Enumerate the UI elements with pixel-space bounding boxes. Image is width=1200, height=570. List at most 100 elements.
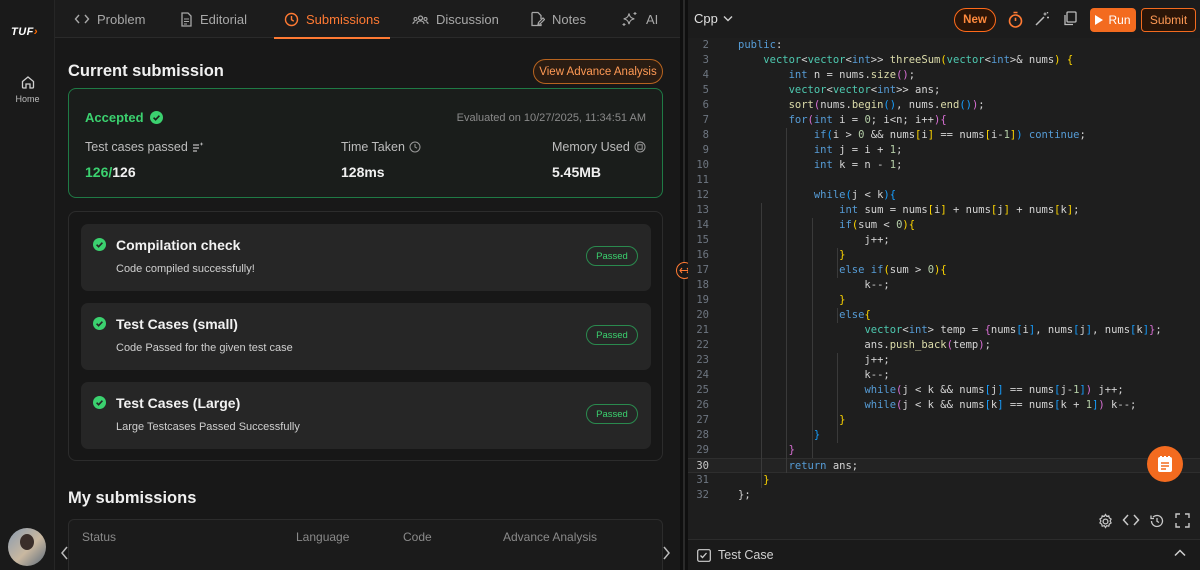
code-line[interactable]: 18 k--; [688, 278, 1200, 293]
timer-icon[interactable] [1007, 11, 1024, 29]
code-line[interactable]: 30 return ans; [688, 458, 1200, 473]
submit-button[interactable]: Submit [1141, 8, 1196, 32]
scroll-left-icon[interactable] [60, 546, 69, 560]
tests-total-count: 126 [112, 164, 136, 180]
code-area[interactable]: 2 public: 3 vector<vector<int>> threeSum(v… [688, 38, 1200, 500]
code-line[interactable]: 21 vector<int> temp = {nums[i], nums[j],… [688, 323, 1200, 338]
tests-passed-count: 126/ [85, 164, 113, 180]
code-format-icon[interactable] [1122, 513, 1140, 527]
submissions-table: Status Language Code Advance Analysis [68, 519, 663, 570]
code-text: }; [738, 489, 751, 500]
code-icon [74, 12, 90, 26]
code-line[interactable]: 9 int j = i + 1; [688, 143, 1200, 158]
code-line[interactable]: 11 [688, 173, 1200, 188]
language-select[interactable]: Cpp [694, 11, 733, 26]
code-line[interactable]: 3 vector<vector<int>> threeSum(vector<in… [688, 53, 1200, 68]
side-rail: TUF› Home [0, 0, 55, 570]
code-line[interactable]: 2 public: [688, 38, 1200, 53]
line-number: 5 [702, 84, 709, 96]
tab-label: Submissions [306, 11, 380, 27]
run-button[interactable]: Run [1090, 8, 1136, 32]
line-number: 19 [696, 294, 709, 306]
memory-used-value: 5.45MB [552, 164, 602, 180]
checks-container: Compilation check Code compiled successf… [68, 211, 663, 461]
tab-notes[interactable]: Notes [529, 0, 586, 38]
history-icon[interactable] [1149, 513, 1165, 529]
line-number: 25 [696, 384, 709, 396]
column-header-status[interactable]: Status [82, 530, 116, 544]
tab-discussion[interactable]: Discussion [412, 0, 499, 38]
line-number: 8 [702, 129, 709, 141]
magic-wand-icon[interactable] [1034, 11, 1050, 27]
test-cases-label: Test cases passed [85, 140, 204, 154]
line-number: 11 [696, 174, 709, 186]
code-line[interactable]: 14 if(sum < 0){ [688, 218, 1200, 233]
column-header-advance-analysis[interactable]: Advance Analysis [503, 530, 597, 544]
code-line[interactable]: 27 } [688, 413, 1200, 428]
code-text: public: [738, 39, 783, 51]
code-line[interactable]: 29 } [688, 443, 1200, 458]
copy-icon[interactable] [1063, 11, 1077, 26]
code-line[interactable]: 6 sort(nums.begin(), nums.end()); [688, 98, 1200, 113]
tab-submissions[interactable]: Submissions [274, 0, 390, 39]
passed-badge: Passed [586, 404, 638, 424]
tab-problem[interactable]: Problem [74, 0, 145, 38]
column-header-language[interactable]: Language [296, 530, 349, 544]
code-line[interactable]: 17 else if(sum > 0){ [688, 263, 1200, 278]
code-line[interactable]: 13 int sum = nums[i] + nums[j] + nums[k]… [688, 203, 1200, 218]
home-nav-item[interactable]: Home [0, 74, 55, 104]
code-line[interactable]: 22 ans.push_back(temp); [688, 338, 1200, 353]
test-case-toggle[interactable]: Test Case [697, 548, 774, 562]
code-line[interactable]: 28 } [688, 428, 1200, 443]
memory-used-label: Memory Used [552, 140, 646, 154]
line-number: 31 [696, 474, 709, 486]
code-line[interactable]: 20 else{ [688, 308, 1200, 323]
code-line[interactable]: 23 j++; [688, 353, 1200, 368]
code-line[interactable]: 19 } [688, 293, 1200, 308]
code-text: int j = i + 1; [813, 144, 903, 156]
code-line[interactable]: 12 while(j < k){ [688, 188, 1200, 203]
check-title: Compilation check [116, 237, 241, 253]
fullscreen-icon[interactable] [1175, 513, 1190, 528]
code-line[interactable]: 24 k--; [688, 368, 1200, 383]
test-case-bar[interactable]: Test Case [688, 539, 1200, 570]
line-number: 9 [702, 144, 709, 156]
tab-ai[interactable]: AI [621, 0, 658, 38]
settings-gear-icon[interactable] [1097, 513, 1114, 530]
checkbox-list-icon [697, 548, 711, 562]
code-line[interactable]: 10 int k = n - 1; [688, 158, 1200, 173]
code-line[interactable]: 8 if(i > 0 && nums[i] == nums[i-1]) cont… [688, 128, 1200, 143]
column-header-code[interactable]: Code [403, 530, 432, 544]
code-line[interactable]: 31 } [688, 473, 1200, 488]
panel-divider[interactable] [680, 0, 688, 570]
my-submissions-title: My submissions [68, 489, 197, 507]
scroll-right-icon[interactable] [662, 546, 671, 560]
line-number: 12 [696, 189, 709, 201]
editor-bottom-toolbar [688, 505, 1200, 537]
chat-notes-button[interactable] [1147, 446, 1183, 482]
chevron-up-icon[interactable] [1174, 549, 1186, 557]
editor-toolbar: Cpp New Run Submit [688, 0, 1200, 38]
code-line[interactable]: 25 while(j < k && nums[j] == nums[j-1]) … [688, 383, 1200, 398]
code-line[interactable]: 4 int n = nums.size(); [688, 68, 1200, 83]
view-advance-analysis-button[interactable]: View Advance Analysis [533, 59, 663, 84]
check-card-compilation: Compilation check Code compiled successf… [81, 224, 651, 291]
indent-guide [811, 218, 813, 458]
sparkle-icon [621, 11, 639, 28]
code-line[interactable]: 26 while(j < k && nums[k] == nums[k + 1]… [688, 398, 1200, 413]
code-line[interactable]: 16 } [688, 248, 1200, 263]
clock-icon [409, 141, 421, 153]
code-line[interactable]: 32}; [688, 488, 1200, 500]
tab-editorial[interactable]: Editorial [180, 0, 247, 38]
line-number: 14 [696, 219, 709, 231]
indent-guide [836, 248, 838, 278]
line-number: 16 [696, 249, 709, 261]
code-text: if(i > 0 && nums[i] == nums[i-1]) contin… [813, 129, 1086, 141]
avatar[interactable] [8, 528, 46, 566]
tab-label: AI [646, 11, 659, 27]
tuf-logo[interactable]: TUF› [11, 26, 38, 38]
code-line[interactable]: 5 vector<vector<int>> ans; [688, 83, 1200, 98]
new-button[interactable]: New [954, 8, 996, 32]
code-line[interactable]: 7 for(int i = 0; i<n; i++){ [688, 113, 1200, 128]
code-line[interactable]: 15 j++; [688, 233, 1200, 248]
